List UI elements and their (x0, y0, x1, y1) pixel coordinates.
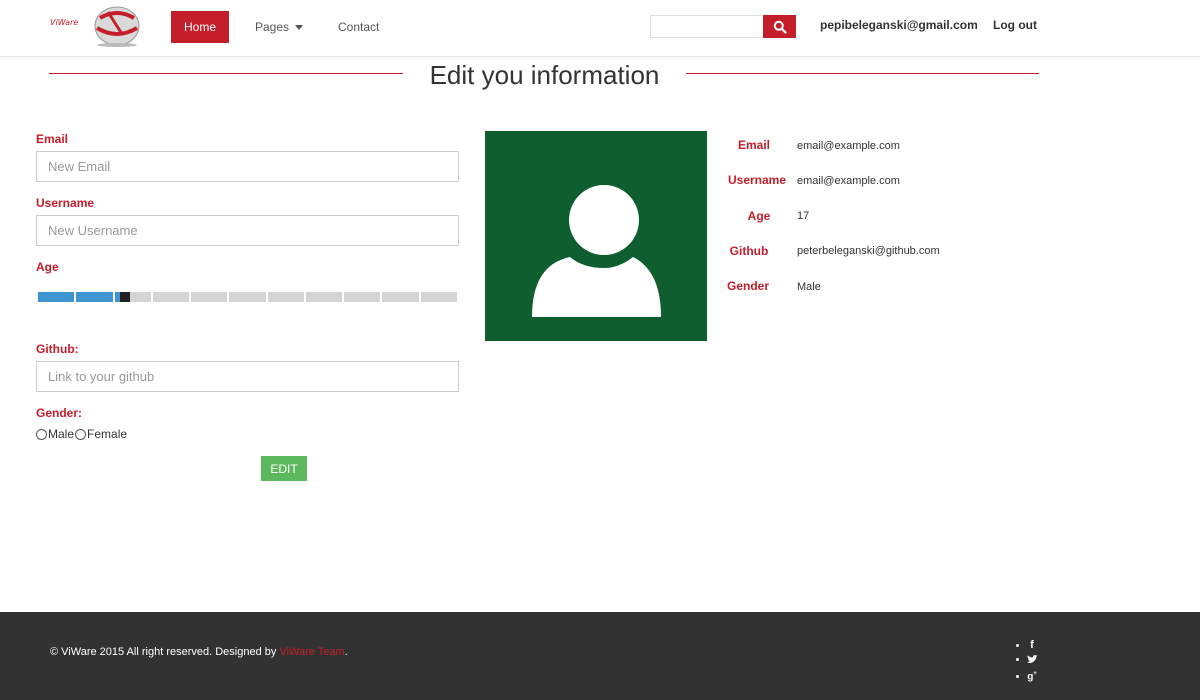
footer: © ViWare 2015 All right reserved. Design… (0, 612, 1200, 700)
slider-tick (266, 292, 268, 302)
slider-tick (419, 292, 421, 302)
slider-tick (304, 292, 306, 302)
viware-logo[interactable]: ViWare (48, 4, 144, 48)
globe-logo-icon (94, 6, 140, 47)
gender-radio-group: Male Female (36, 427, 127, 441)
email-field[interactable] (36, 151, 459, 182)
profile-age-label: Age (747, 209, 771, 223)
profile-gender-label: Gender (726, 279, 769, 293)
profile-github-value[interactable]: peterbeleganski@github.com (797, 245, 940, 257)
bullet (1016, 675, 1019, 679)
age-slider-fill (36, 292, 121, 302)
google-plus-icon[interactable]: g+ (1027, 671, 1037, 682)
caret-down-icon (295, 25, 304, 31)
profile-email-value: email@example.com (797, 140, 900, 152)
profile-username-label: Username (727, 173, 787, 187)
slider-tick (36, 292, 38, 302)
gender-female-radio[interactable] (75, 428, 87, 440)
username-label: Username (36, 196, 95, 210)
team-link[interactable]: ViWare Team (279, 646, 344, 658)
gender-male-label: Male (48, 427, 75, 441)
profile-username-value: email@example.com (797, 175, 900, 187)
slider-tick (380, 292, 382, 302)
copyright-period: . (344, 646, 348, 658)
email-label: Email (36, 132, 69, 146)
slider-tick (457, 292, 459, 302)
edit-button[interactable]: EDIT (261, 456, 307, 481)
page-title: Edit you information (429, 60, 660, 90)
title-divider-right (686, 73, 1039, 74)
bullet (1016, 658, 1019, 661)
slider-tick (227, 292, 229, 302)
slider-tick (113, 292, 115, 302)
slider-tick (342, 292, 344, 302)
avatar (485, 131, 707, 341)
bullet (1016, 643, 1019, 647)
twitter-icon[interactable] (1027, 655, 1038, 664)
profile-github-label: Github (729, 244, 769, 258)
top-navbar: ViWare Home Pages Contact pepibeleganski… (0, 0, 1200, 57)
search-input[interactable] (650, 15, 764, 38)
search-icon (773, 20, 787, 34)
social-item-twitter[interactable] (1016, 655, 1038, 664)
nav-pages-label: Pages (255, 20, 290, 34)
social-item-google-plus[interactable]: g+ (1016, 671, 1037, 682)
slider-tick (189, 292, 191, 302)
github-field[interactable] (36, 361, 459, 392)
user-silhouette-icon (532, 185, 661, 317)
age-slider-handle[interactable] (120, 292, 130, 302)
facebook-icon[interactable]: f (1027, 639, 1037, 651)
nav-pages-dropdown[interactable]: Pages (241, 11, 317, 43)
github-label: Github: (36, 342, 79, 356)
title-divider-left (49, 73, 403, 74)
logout-link[interactable]: Log out (993, 18, 1037, 32)
profile-gender-value: Male (797, 281, 821, 293)
username-field[interactable] (36, 215, 459, 246)
gender-female-label: Female (87, 427, 128, 441)
slider-tick (74, 292, 76, 302)
nav-home-link[interactable]: Home (171, 11, 229, 43)
profile-age-value: 17 (797, 210, 810, 222)
age-label: Age (36, 260, 59, 274)
slider-tick (151, 292, 153, 302)
copyright-text: © ViWare 2015 All right reserved. Design… (50, 646, 348, 658)
age-slider[interactable] (36, 292, 459, 302)
gender-male-radio[interactable] (36, 428, 47, 440)
profile-email-label: Email (737, 138, 770, 152)
gender-label: Gender: (36, 406, 83, 420)
search-button[interactable] (763, 15, 796, 38)
social-item-facebook[interactable]: f (1016, 639, 1037, 651)
copyright-main: © ViWare 2015 All right reserved. Design… (50, 646, 280, 658)
user-email[interactable]: pepibeleganski@gmail.com (820, 18, 978, 32)
nav-contact-link[interactable]: Contact (324, 11, 393, 43)
